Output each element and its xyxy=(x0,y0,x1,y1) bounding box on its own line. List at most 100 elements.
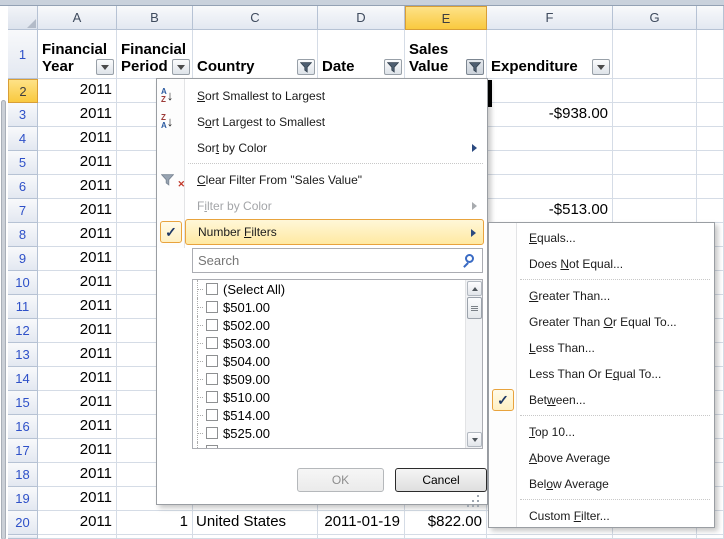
checkbox-502-00[interactable] xyxy=(206,319,218,331)
scroll-down-button[interactable] xyxy=(467,432,482,447)
row-header-10[interactable]: 10 xyxy=(8,271,38,295)
menu-item-below-average[interactable]: Below Average xyxy=(517,471,711,497)
cell-A8[interactable]: 2011 xyxy=(38,223,117,247)
filter-value-item[interactable]: $501.00 xyxy=(193,298,465,316)
checkbox-select-all[interactable] xyxy=(206,283,218,295)
filter-value-item[interactable]: $510.00 xyxy=(193,388,465,406)
row-header-19[interactable]: 19 xyxy=(8,487,38,511)
row-header-15[interactable]: 15 xyxy=(8,391,38,415)
row-header-18[interactable]: 18 xyxy=(8,463,38,487)
menu-item-number-filters[interactable]: Number Filters xyxy=(185,219,484,245)
menu-item-less-than-or-equal-to[interactable]: Less Than Or Equal To... xyxy=(517,361,711,387)
cell-G7[interactable] xyxy=(613,199,697,223)
menu-item-between[interactable]: Between... xyxy=(517,387,711,413)
cell-A7[interactable]: 2011 xyxy=(38,199,117,223)
menu-item-filter-by-color[interactable]: Filter by Color xyxy=(185,193,484,219)
row-header-3[interactable]: 3 xyxy=(8,103,38,127)
filter-value-item-partial[interactable] xyxy=(193,442,465,449)
row-header-5[interactable]: 5 xyxy=(8,151,38,175)
checkbox-514-00[interactable] xyxy=(206,409,218,421)
cell-A3[interactable]: 2011 xyxy=(38,103,117,127)
list-scrollbar[interactable] xyxy=(465,280,482,448)
checkbox-504-00[interactable] xyxy=(206,355,218,367)
cell-F2[interactable] xyxy=(487,79,613,103)
cell-partial1[interactable] xyxy=(697,30,724,79)
cell-F3[interactable]: -$938.00 xyxy=(487,103,613,127)
select-all-corner[interactable] xyxy=(8,6,38,30)
filter-button-E[interactable] xyxy=(466,59,484,75)
menu-item-above-average[interactable]: Above Average xyxy=(517,445,711,471)
row-header-4[interactable]: 4 xyxy=(8,127,38,151)
cell-A6[interactable]: 2011 xyxy=(38,175,117,199)
cell-partial2[interactable] xyxy=(697,79,724,103)
row-header-1[interactable]: 1 xyxy=(8,30,38,79)
menu-item-custom-filter[interactable]: Custom Filter... xyxy=(517,503,711,529)
column-header-E[interactable]: E xyxy=(405,6,487,30)
menu-item-less-than[interactable]: Less Than... xyxy=(517,335,711,361)
filter-value-item[interactable]: $525.00 xyxy=(193,424,465,442)
filter-value-item[interactable]: $504.00 xyxy=(193,352,465,370)
menu-item-greater-than-or-equal-to[interactable]: Greater Than Or Equal To... xyxy=(517,309,711,335)
column-header-A[interactable]: A xyxy=(38,6,117,30)
cell-A13[interactable]: 2011 xyxy=(38,343,117,367)
cell-G1[interactable] xyxy=(613,30,697,79)
column-header-D[interactable]: D xyxy=(318,6,405,30)
cancel-button[interactable]: Cancel xyxy=(395,468,487,492)
left-scrollbar[interactable] xyxy=(1,100,6,539)
cell-A20[interactable]: 2011 xyxy=(38,511,117,535)
menu-item-top-10[interactable]: Top 10... xyxy=(517,419,711,445)
dropdown-button-B[interactable] xyxy=(172,59,190,75)
cell-A15[interactable]: 2011 xyxy=(38,391,117,415)
menu-item-greater-than[interactable]: Greater Than... xyxy=(517,283,711,309)
row-header-9[interactable]: 9 xyxy=(8,247,38,271)
checkbox-partial[interactable] xyxy=(206,445,218,449)
row-header-16[interactable]: 16 xyxy=(8,415,38,439)
cell-A2[interactable]: 2011 xyxy=(38,79,117,103)
resize-grip-icon[interactable] xyxy=(477,495,479,497)
cell-F7[interactable]: -$513.00 xyxy=(487,199,613,223)
column-header-F[interactable]: F xyxy=(487,6,613,30)
column-header-G[interactable]: G xyxy=(613,6,697,30)
column-header-C[interactable]: C xyxy=(193,6,318,30)
row-header-6[interactable]: 6 xyxy=(8,175,38,199)
cell-G4[interactable] xyxy=(613,127,697,151)
cell-A4[interactable]: 2011 xyxy=(38,127,117,151)
cell-E20[interactable]: $822.00 xyxy=(405,511,487,535)
cell-B20[interactable]: 1 xyxy=(117,511,193,535)
checkbox-501-00[interactable] xyxy=(206,301,218,313)
row-header-8[interactable]: 8 xyxy=(8,223,38,247)
scroll-thumb[interactable] xyxy=(467,297,482,319)
filter-value-item[interactable]: $514.00 xyxy=(193,406,465,424)
checkbox-510-00[interactable] xyxy=(206,391,218,403)
cell-C20[interactable]: United States xyxy=(193,511,318,535)
cell-A16[interactable]: 2011 xyxy=(38,415,117,439)
cell-F5[interactable] xyxy=(487,151,613,175)
filter-value-item[interactable]: $503.00 xyxy=(193,334,465,352)
filter-value-item[interactable]: $502.00 xyxy=(193,316,465,334)
row-header-7[interactable]: 7 xyxy=(8,199,38,223)
cell-A9[interactable]: 2011 xyxy=(38,247,117,271)
row-header-14[interactable]: 14 xyxy=(8,367,38,391)
dropdown-button-F[interactable] xyxy=(592,59,610,75)
cell-partial3[interactable] xyxy=(697,103,724,127)
row-header-20[interactable]: 20 xyxy=(8,511,38,535)
cell-G6[interactable] xyxy=(613,175,697,199)
menu-item-clear-filter-from-sales-value[interactable]: Clear Filter From "Sales Value" xyxy=(185,167,484,193)
cell-D20[interactable]: 2011-01-19 xyxy=(318,511,405,535)
cell-A11[interactable]: 2011 xyxy=(38,295,117,319)
cell-F4[interactable] xyxy=(487,127,613,151)
cell-A17[interactable]: 2011 xyxy=(38,439,117,463)
cell-A19[interactable]: 2011 xyxy=(38,487,117,511)
filter-value-item[interactable]: $509.00 xyxy=(193,370,465,388)
menu-item-sort-largest-to-smallest[interactable]: Sort Largest to Smallest xyxy=(185,109,484,135)
cell-A1[interactable]: FinancialYear xyxy=(38,30,117,79)
cell-B1[interactable]: FinancialPeriod xyxy=(117,30,193,79)
cell-F6[interactable] xyxy=(487,175,613,199)
row-header-2[interactable]: 2 xyxy=(8,79,38,103)
menu-item-equals[interactable]: Equals... xyxy=(517,225,711,251)
cell-partial7[interactable] xyxy=(697,199,724,223)
cell-A5[interactable]: 2011 xyxy=(38,151,117,175)
cell-F1[interactable]: Expenditure xyxy=(487,30,613,79)
cell-G3[interactable] xyxy=(613,103,697,127)
row-header-17[interactable]: 17 xyxy=(8,439,38,463)
